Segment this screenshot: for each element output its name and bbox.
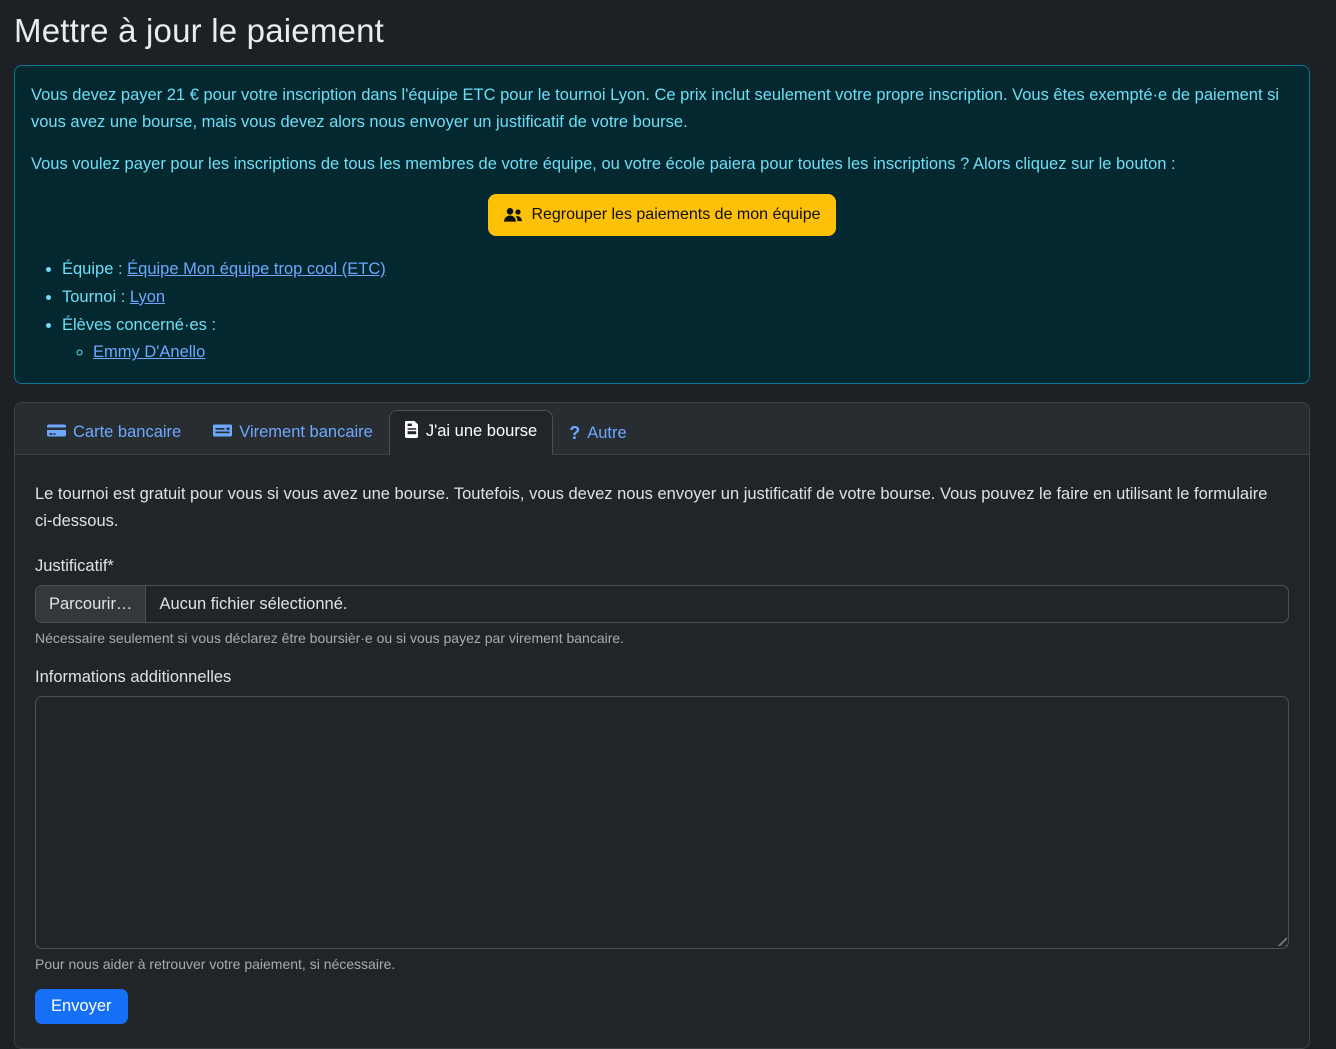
payment-info-alert: Vous devez payer 21 € pour votre inscrip… bbox=[14, 65, 1310, 384]
students-sublist: Emmy D'Anello bbox=[62, 339, 1293, 366]
tab-jai-une-bourse[interactable]: J'ai une bourse bbox=[389, 410, 553, 455]
tab-label: Virement bancaire bbox=[239, 423, 373, 442]
tab-label: J'ai une bourse bbox=[426, 422, 537, 441]
group-payments-button-row: Regrouper les paiements de mon équipe bbox=[31, 194, 1293, 236]
page-container: Mettre à jour le paiement Vous devez pay… bbox=[14, 0, 1310, 1049]
payment-methods-card: Carte bancaire Virement bancaire bbox=[14, 402, 1310, 1049]
tournament-link[interactable]: Lyon bbox=[130, 288, 165, 306]
tournament-label: Tournoi : bbox=[62, 288, 125, 306]
bourse-intro-text: Le tournoi est gratuit pour vous si vous… bbox=[35, 481, 1289, 535]
students-label: Élèves concerné·es : bbox=[62, 316, 216, 334]
additional-info-label: Informations additionnelles bbox=[35, 668, 1289, 687]
money-check-icon bbox=[213, 423, 232, 443]
tab-carte-bancaire[interactable]: Carte bancaire bbox=[31, 412, 197, 455]
page-title: Mettre à jour le paiement bbox=[14, 12, 1310, 50]
bourse-tab-panel: Le tournoi est gratuit pour vous si vous… bbox=[15, 455, 1309, 1048]
team-label: Équipe : bbox=[62, 260, 123, 278]
justificatif-file-input[interactable]: Parcourir… Aucun fichier sélectionné. bbox=[35, 585, 1289, 623]
alert-paragraph-1: Vous devez payer 21 € pour votre inscrip… bbox=[31, 82, 1293, 135]
tab-label: Autre bbox=[587, 424, 626, 443]
additional-info-help-text: Pour nous aider à retrouver votre paieme… bbox=[35, 956, 1289, 972]
additional-info-textarea[interactable] bbox=[35, 696, 1289, 949]
payment-tabs: Carte bancaire Virement bancaire bbox=[15, 403, 1309, 455]
file-browse-button[interactable]: Parcourir… bbox=[36, 586, 146, 622]
credit-card-icon bbox=[47, 423, 66, 443]
students-list-item: Élèves concerné·es : Emmy D'Anello bbox=[62, 312, 1293, 366]
tab-label: Carte bancaire bbox=[73, 423, 181, 442]
alert-paragraph-2: Vous voulez payer pour les inscriptions … bbox=[31, 151, 1293, 178]
submit-button[interactable]: Envoyer bbox=[35, 989, 128, 1024]
additional-info-wrap bbox=[35, 696, 1289, 949]
student-link[interactable]: Emmy D'Anello bbox=[93, 343, 205, 361]
student-list-item: Emmy D'Anello bbox=[93, 339, 1293, 366]
users-icon bbox=[503, 207, 523, 223]
file-selected-text: Aucun fichier sélectionné. bbox=[146, 586, 360, 622]
group-payments-button-label: Regrouper les paiements de mon équipe bbox=[531, 202, 820, 228]
tab-virement-bancaire[interactable]: Virement bancaire bbox=[197, 412, 389, 455]
team-link[interactable]: Équipe Mon équipe trop cool (ETC) bbox=[127, 260, 386, 278]
team-list-item: Équipe : Équipe Mon équipe trop cool (ET… bbox=[62, 256, 1293, 283]
tournament-list-item: Tournoi : Lyon bbox=[62, 284, 1293, 311]
payment-summary-list: Équipe : Équipe Mon équipe trop cool (ET… bbox=[31, 256, 1293, 366]
justificatif-help-text: Nécessaire seulement si vous déclarez êt… bbox=[35, 630, 1289, 646]
justificatif-label: Justificatif* bbox=[35, 557, 1289, 576]
question-icon: ? bbox=[569, 424, 580, 442]
tab-autre[interactable]: ? Autre bbox=[553, 413, 642, 455]
group-payments-button[interactable]: Regrouper les paiements de mon équipe bbox=[488, 194, 835, 236]
file-invoice-icon bbox=[405, 421, 419, 443]
